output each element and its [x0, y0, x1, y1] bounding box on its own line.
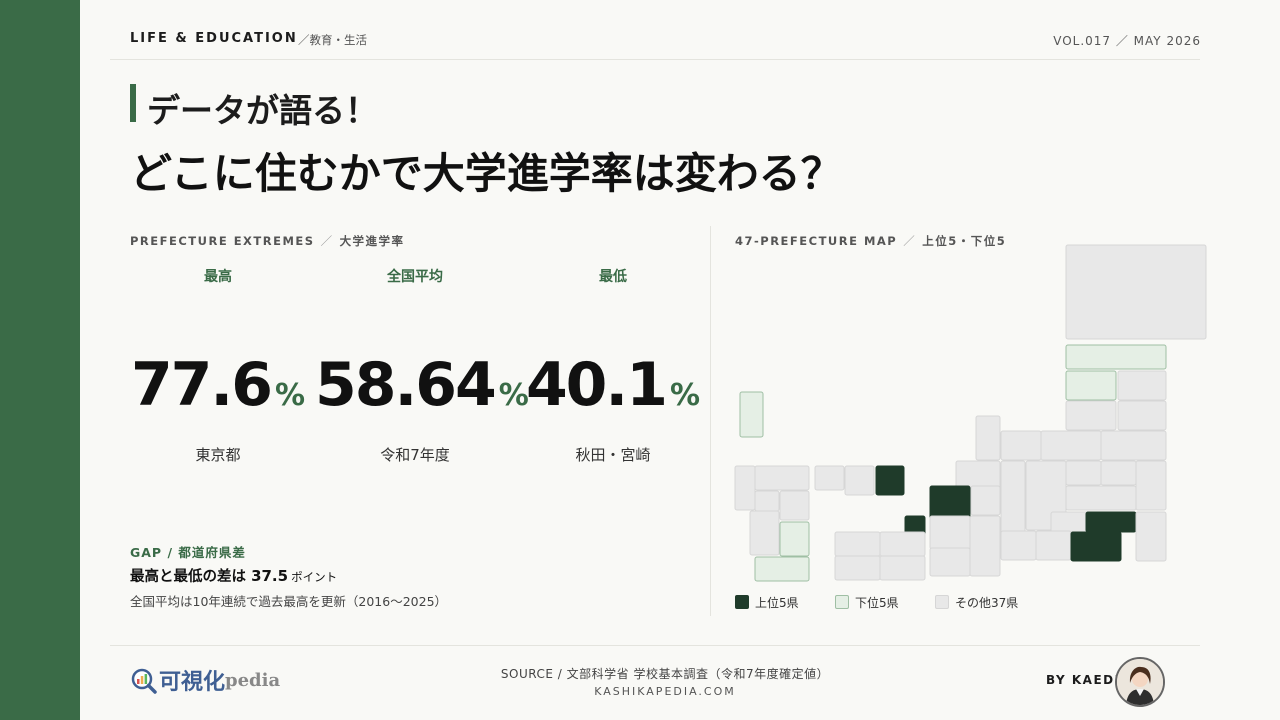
- source-credit: SOURCE / 文部科学省 学校基本調査（令和7年度確定値）: [500, 667, 830, 681]
- logo-main-text: 可視化: [159, 670, 226, 695]
- prefecture-tile-bottom5: [1065, 370, 1117, 401]
- legend-swatch-other: [935, 595, 949, 609]
- subcategory-label: ／教育・生活: [298, 33, 367, 47]
- prefecture-tile: [970, 485, 1001, 516]
- stat-value: 58.64%: [315, 350, 529, 420]
- byline: BY KAEDE: [1046, 673, 1125, 687]
- stat-foot: 東京都: [195, 446, 241, 464]
- side-band: [0, 0, 80, 720]
- prefecture-tile: [754, 465, 810, 491]
- prefecture-tile-bottom5: [1065, 344, 1167, 370]
- volume-label: VOL.017 ／ MAY 2026: [1053, 34, 1201, 48]
- stat-value: 40.1%: [525, 350, 701, 420]
- prefecture-tile-top5: [929, 485, 971, 521]
- gap-summary: 最高と最低の差は 37.5 ポイント: [130, 567, 338, 585]
- title-line-1: データが語る！: [147, 91, 378, 130]
- logo-sub-text: pedia: [225, 669, 281, 691]
- extremes-section-label: PREFECTURE EXTREMES ／大学進学率: [130, 234, 405, 248]
- prefecture-tile: [1135, 460, 1167, 511]
- gap-value: 37.5: [251, 567, 289, 585]
- prefecture-tile-top5: [875, 465, 905, 496]
- prefecture-tile: [1100, 430, 1167, 461]
- gap-note: 全国平均は10年連続で過去最高を更新（2016〜2025）: [130, 594, 448, 609]
- prefecture-tile: [834, 555, 881, 581]
- gap-label: GAP / 都道府県差: [130, 545, 246, 560]
- prefecture-tile: [929, 547, 971, 577]
- extremes-label-sub: 大学進学率: [339, 234, 405, 248]
- prefecture-tile: [734, 465, 756, 511]
- stat-head: 全国平均: [387, 269, 443, 285]
- prefecture-tile: [844, 465, 875, 496]
- legend-top: 上位5県: [735, 594, 799, 610]
- prefecture-tile: [1100, 460, 1137, 486]
- prefecture-tile: [1065, 485, 1137, 511]
- prefecture-tile: [834, 531, 881, 557]
- prefecture-tile-top5: [1085, 511, 1137, 533]
- prefecture-tile: [969, 515, 1001, 577]
- legend-swatch-top: [735, 595, 749, 609]
- prefecture-tile: [1117, 370, 1167, 401]
- prefecture-tile: [749, 510, 780, 556]
- prefecture-tile: [1035, 530, 1072, 561]
- bottom-divider: [110, 645, 1200, 646]
- legend-swatch-bottom: [835, 595, 849, 609]
- category-label: LIFE & EDUCATION: [130, 31, 298, 46]
- prefecture-tile: [754, 490, 780, 512]
- tile-map-svg: [734, 244, 1207, 582]
- prefecture-tile: [1000, 530, 1037, 561]
- prefecture-tile-bottom5: [754, 556, 810, 582]
- legend-bottom: 下位5県: [835, 594, 899, 610]
- stat-average: 全国平均 58.64% 令和7年度: [315, 266, 529, 464]
- prefecture-tile-top5: [1070, 531, 1122, 562]
- prefecture-tile: [779, 490, 810, 521]
- prefecture-tile: [1050, 511, 1092, 533]
- prefecture-tile: [975, 415, 1001, 461]
- prefecture-tile-bottom5: [779, 521, 810, 557]
- site-url[interactable]: KASHIKAPEDIA.COM: [440, 685, 890, 698]
- stat-lowest: 最低 40.1% 秋田・宮崎: [513, 266, 713, 464]
- prefecture-tile: [1065, 244, 1207, 340]
- prefecture-tile: [1117, 400, 1167, 431]
- page-title: どこに住むかで大学進学率は変わる？: [130, 149, 843, 198]
- stat-foot: 秋田・宮崎: [575, 446, 651, 464]
- prefecture-tile-bottom5: [739, 391, 764, 438]
- top-divider: [110, 59, 1200, 60]
- prefecture-tile: [1040, 430, 1102, 461]
- column-divider: [710, 226, 711, 616]
- stat-foot: 令和7年度: [380, 446, 450, 464]
- stat-head: 最高: [204, 269, 232, 285]
- prefecture-tile: [879, 555, 926, 581]
- extremes-label: PREFECTURE EXTREMES: [130, 234, 315, 248]
- stat-value: 77.6%: [130, 350, 306, 420]
- stat-highest: 最高 77.6% 東京都: [118, 266, 318, 464]
- magnifier-chart-icon: [130, 667, 157, 694]
- prefecture-tile: [814, 465, 845, 491]
- prefecture-tile: [1065, 400, 1117, 431]
- stat-head: 最低: [599, 269, 627, 285]
- prefecture-tile-map: [730, 240, 1210, 590]
- prefecture-tile: [1065, 460, 1102, 486]
- prefecture-tile: [929, 515, 971, 550]
- prefecture-tile: [879, 531, 926, 557]
- title-accent-bar: [130, 84, 136, 122]
- legend-other: その他37県: [935, 594, 1018, 610]
- prefecture-tile: [1135, 511, 1167, 562]
- site-logo[interactable]: 可視化 pedia: [130, 664, 280, 696]
- prefecture-tile: [1000, 430, 1042, 461]
- author-avatar-icon: [1115, 657, 1165, 707]
